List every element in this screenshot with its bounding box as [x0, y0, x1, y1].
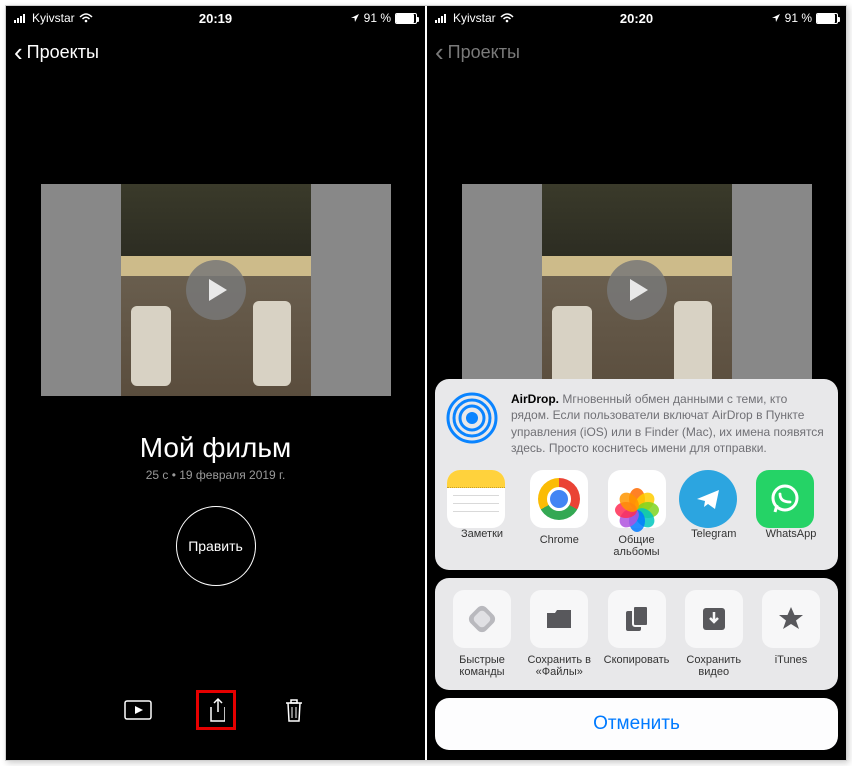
app-label: Общие альбомы: [602, 534, 672, 558]
play-button[interactable]: [186, 260, 246, 320]
play-icon: [207, 278, 229, 302]
back-projects-button[interactable]: ‹ Проекты: [6, 30, 425, 74]
project-meta: 25 с • 19 февраля 2019 г.: [6, 468, 425, 482]
share-app-whatsapp[interactable]: WhatsApp: [756, 470, 826, 558]
share-app-shared-albums[interactable]: Общие альбомы: [602, 470, 672, 558]
share-sheet: AirDrop. Мгновенный обмен данными с теми…: [435, 379, 838, 750]
action-save-video[interactable]: Сохранить видео: [679, 590, 749, 678]
edit-button[interactable]: Править: [176, 506, 256, 586]
app-label: WhatsApp: [756, 528, 826, 540]
share-apps-row: Заметки Chrome: [445, 470, 828, 558]
action-label: Скопировать: [602, 654, 672, 666]
airdrop-description: AirDrop. Мгновенный обмен данными с теми…: [511, 391, 828, 456]
status-bar: Kyivstar 20:20 91 %: [427, 6, 846, 30]
chevron-left-icon: ‹: [435, 39, 444, 65]
video-preview[interactable]: [41, 184, 391, 396]
photos-icon: [608, 470, 666, 528]
action-save-to-files[interactable]: Сохранить в «Файлы»: [524, 590, 594, 678]
project-title: Мой фильм: [6, 432, 425, 464]
action-shortcuts[interactable]: Быстрые команды: [447, 590, 517, 678]
back-label: Проекты: [27, 42, 99, 63]
action-label: Сохранить в «Файлы»: [524, 654, 594, 678]
battery-icon: [395, 13, 417, 24]
shortcuts-icon: [453, 590, 511, 648]
video-preview: [462, 184, 812, 396]
star-icon: [762, 590, 820, 648]
cancel-button[interactable]: Отменить: [435, 698, 838, 750]
telegram-icon: [679, 470, 737, 528]
share-app-notes[interactable]: Заметки: [447, 470, 517, 558]
airdrop-icon: [445, 391, 499, 445]
action-label: Быстрые команды: [447, 654, 517, 678]
copy-icon: [608, 590, 666, 648]
share-actions-row: Быстрые команды Сохранить в «Файлы» Скоп…: [445, 590, 828, 678]
app-label: Telegram: [679, 528, 749, 540]
phone-share-sheet: Kyivstar 20:20 91 % ‹ Проекты: [427, 6, 846, 760]
trash-icon: [283, 697, 305, 723]
share-actions-card: Быстрые команды Сохранить в «Файлы» Скоп…: [435, 578, 838, 690]
edit-label: Править: [188, 538, 243, 554]
phone-project-detail: Kyivstar 20:19 91 % ‹ Проекты Мой фильм: [6, 6, 425, 760]
download-icon: [685, 590, 743, 648]
back-projects-button: ‹ Проекты: [427, 30, 846, 74]
airdrop-section[interactable]: AirDrop. Мгновенный обмен данными с теми…: [445, 391, 828, 456]
app-label: Заметки: [447, 528, 517, 540]
chrome-icon: [530, 470, 588, 528]
notes-icon: [447, 470, 505, 528]
clock-time: 20:19: [6, 11, 425, 26]
share-icon: [207, 697, 225, 723]
clock-time: 20:20: [427, 11, 846, 26]
play-button: [607, 260, 667, 320]
share-tool-button[interactable]: [196, 690, 236, 730]
action-label: iTunes: [756, 654, 826, 666]
delete-tool-button[interactable]: [274, 690, 314, 730]
chevron-left-icon: ‹: [14, 39, 23, 65]
battery-icon: [816, 13, 838, 24]
status-bar: Kyivstar 20:19 91 %: [6, 6, 425, 30]
action-copy[interactable]: Скопировать: [602, 590, 672, 678]
whatsapp-icon: [756, 470, 814, 528]
share-app-telegram[interactable]: Telegram: [679, 470, 749, 558]
back-label: Проекты: [448, 42, 520, 63]
cancel-label: Отменить: [593, 713, 680, 734]
share-app-chrome[interactable]: Chrome: [524, 470, 594, 558]
app-label: Chrome: [524, 534, 594, 546]
play-icon: [628, 278, 650, 302]
action-itunes[interactable]: iTunes: [756, 590, 826, 678]
play-tool-button[interactable]: [118, 690, 158, 730]
bottom-toolbar: [6, 690, 425, 730]
action-label: Сохранить видео: [679, 654, 749, 678]
share-main-card: AirDrop. Мгновенный обмен данными с теми…: [435, 379, 838, 570]
folder-icon: [530, 590, 588, 648]
